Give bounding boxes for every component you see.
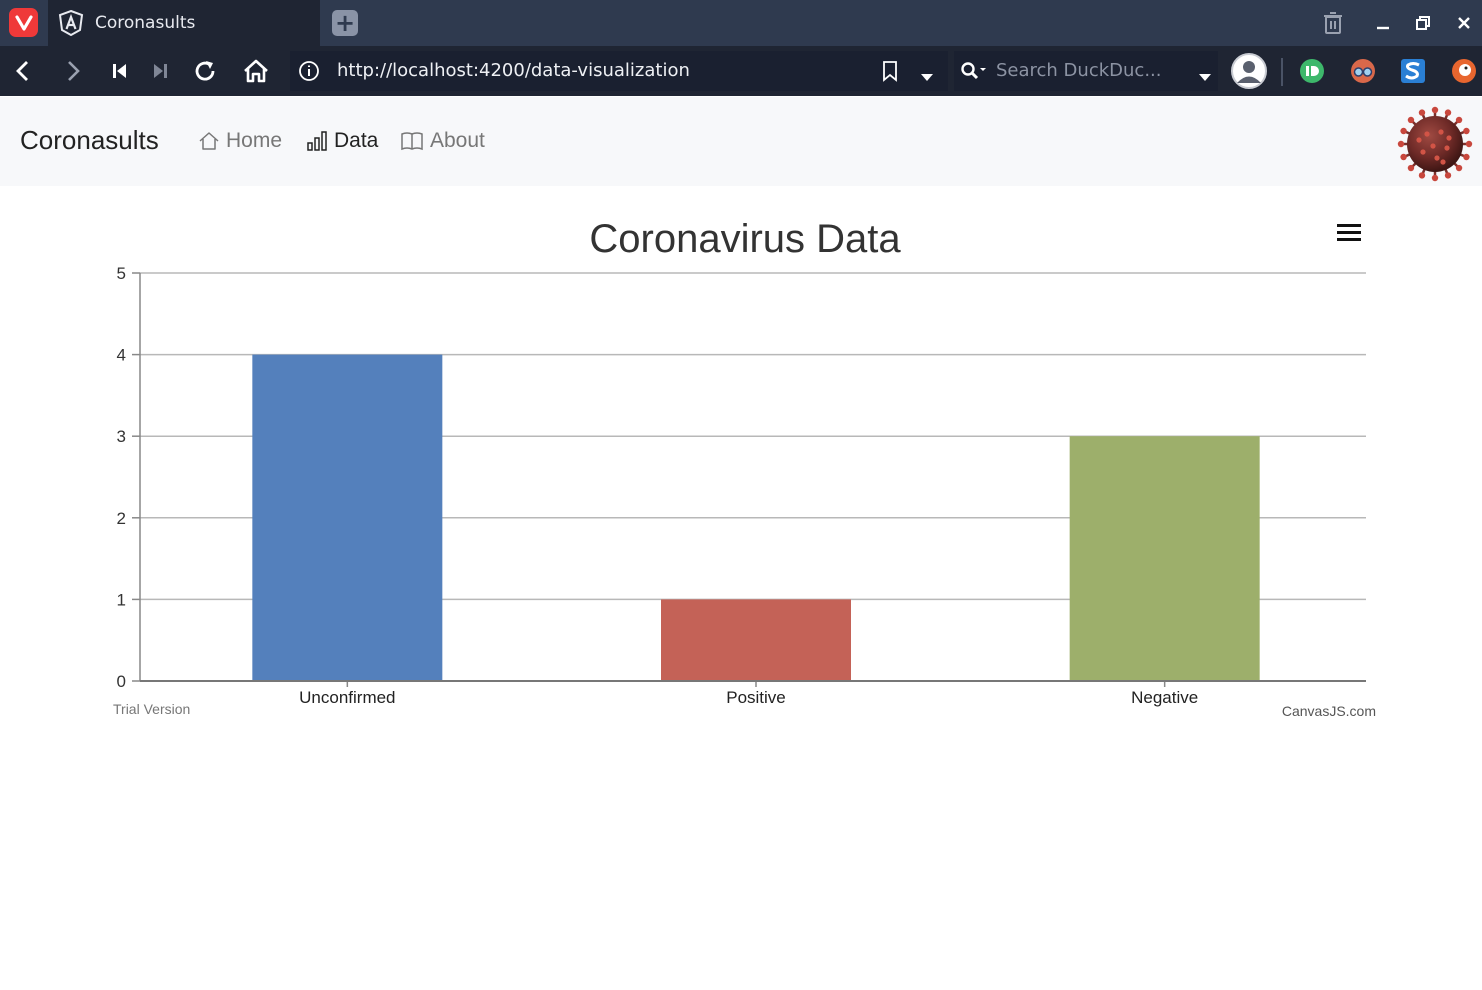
x-tick-label: Positive <box>726 688 786 707</box>
trash-icon[interactable] <box>1318 8 1348 38</box>
x-tick-label: Unconfirmed <box>299 688 395 707</box>
browser-tab[interactable]: Coronasults <box>48 0 320 46</box>
url-text[interactable]: http://localhost:4200/data-visualization <box>337 60 690 81</box>
home-page-icon[interactable] <box>241 56 271 86</box>
rewind-icon[interactable] <box>105 56 135 86</box>
y-tick-label: 0 <box>117 672 126 691</box>
y-tick-label: 2 <box>117 509 126 528</box>
close-icon[interactable] <box>1449 8 1479 38</box>
x-tick-label: Negative <box>1131 688 1198 707</box>
profile-avatar-icon[interactable] <box>1229 51 1269 91</box>
bar-positive[interactable] <box>661 599 851 681</box>
extension-id-icon[interactable] <box>1297 56 1327 86</box>
nav-data[interactable]: Data <box>306 129 378 153</box>
nav-data-label: Data <box>334 129 379 152</box>
home-icon <box>199 132 219 150</box>
app-navbar: Coronasults Home Data About <box>0 97 1482 186</box>
toolbar-divider <box>1281 58 1283 86</box>
search-input[interactable]: Search DuckDuc... <box>996 60 1161 81</box>
y-tick-label: 1 <box>117 590 126 609</box>
browser-nav-bar: http://localhost:4200/data-visualization… <box>0 46 1482 96</box>
bar-unconfirmed[interactable] <box>252 354 443 681</box>
chart-container: Coronavirus Data 0 1 2 3 4 5 Unconfirmed Positiv… <box>0 186 1482 990</box>
nav-about[interactable]: About <box>400 129 485 153</box>
search-bar[interactable]: Search DuckDuc... <box>954 51 1218 91</box>
nav-about-label: About <box>430 129 485 152</box>
angular-favicon-icon <box>58 10 84 36</box>
bar-chart-icon <box>307 131 327 151</box>
nav-home[interactable]: Home <box>198 129 282 153</box>
trial-version-watermark: Trial Version <box>113 701 190 717</box>
minimize-icon[interactable] <box>1368 8 1398 38</box>
bookmark-icon[interactable] <box>882 60 898 86</box>
nav-home-label: Home <box>226 129 283 152</box>
search-icon <box>960 61 988 85</box>
restore-icon[interactable] <box>1408 8 1438 38</box>
bar-chart: Coronavirus Data 0 1 2 3 4 5 Unconfirmed Positiv… <box>113 217 1376 719</box>
hamburger-menu-icon[interactable] <box>1334 220 1364 246</box>
y-tick-label: 5 <box>117 264 126 283</box>
reload-icon[interactable] <box>190 56 220 86</box>
canvasjs-credit-link[interactable]: CanvasJS.com <box>1282 703 1376 719</box>
y-tick-label: 3 <box>117 427 126 446</box>
url-dropdown-icon[interactable] <box>920 67 934 86</box>
vivaldi-logo-icon[interactable] <box>9 8 38 37</box>
address-bar[interactable]: http://localhost:4200/data-visualization <box>290 51 948 91</box>
book-icon <box>401 132 423 151</box>
app-brand[interactable]: Coronasults <box>20 125 159 156</box>
extension-duckduckgo-icon[interactable] <box>1449 56 1479 86</box>
fast-forward-icon[interactable] <box>145 56 175 86</box>
extension-glasses-icon[interactable] <box>1348 56 1378 86</box>
new-tab-button[interactable]: + <box>332 10 358 36</box>
chart-title: Coronavirus Data <box>589 217 901 261</box>
search-dropdown-icon[interactable] <box>1198 67 1212 86</box>
coronavirus-logo-icon[interactable] <box>1397 106 1473 182</box>
forward-icon[interactable] <box>58 56 88 86</box>
info-icon[interactable] <box>298 60 320 82</box>
browser-tab-bar: Coronasults + <box>0 0 1482 46</box>
y-tick-label: 4 <box>117 346 126 365</box>
bar-negative[interactable] <box>1069 436 1260 681</box>
back-icon[interactable] <box>8 56 38 86</box>
extension-s-icon[interactable] <box>1398 56 1428 86</box>
tab-title: Coronasults <box>95 13 196 33</box>
